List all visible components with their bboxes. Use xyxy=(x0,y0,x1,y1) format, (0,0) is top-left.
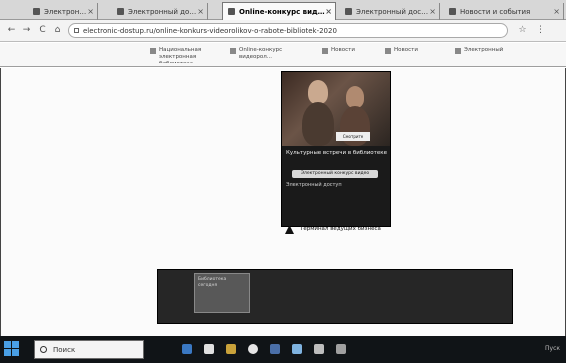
tab-label: Online-конкурс видеорол xyxy=(239,7,325,16)
video-thumbnail-text: Библиотека сегодня xyxy=(198,277,227,288)
bookmark-icon xyxy=(385,48,391,54)
close-icon[interactable]: × xyxy=(197,7,204,16)
poster-footer: Терминал ведущих бизнеса xyxy=(285,222,395,236)
favicon-icon xyxy=(228,8,235,15)
poster-button[interactable]: Электронный конкурс видео xyxy=(292,170,378,178)
close-icon[interactable]: × xyxy=(553,7,560,16)
video-player[interactable]: Библиотека сегодня xyxy=(157,269,513,324)
favicon-icon xyxy=(345,8,352,15)
bookmark-item[interactable]: Новости xyxy=(385,47,435,63)
toolbar: ← → C ⌂ electronic-dostup.ru/online-konk… xyxy=(0,20,566,42)
home-button[interactable]: ⌂ xyxy=(51,24,64,37)
close-icon[interactable]: × xyxy=(429,7,436,16)
person-body xyxy=(302,102,334,146)
close-icon[interactable]: × xyxy=(87,7,94,16)
tab-label: Новости и события xyxy=(460,7,531,16)
tab-2[interactable]: Электронный доступ × xyxy=(112,3,208,20)
task-view-icon[interactable] xyxy=(182,344,192,354)
bookmark-label: Национальная электронная библиотека xyxy=(159,47,202,63)
back-button[interactable]: ← xyxy=(5,24,18,37)
store-icon[interactable] xyxy=(292,344,302,354)
taskbar: Поиск Пуск xyxy=(0,336,566,363)
mail-icon[interactable] xyxy=(270,344,280,354)
bookmark-label: Электронный xyxy=(464,47,504,53)
lock-icon xyxy=(74,28,79,33)
bookmark-item[interactable]: Электронный xyxy=(455,47,525,63)
logo-icon xyxy=(285,225,294,234)
person-figure xyxy=(346,86,364,108)
tab-label: Электронный доступ xyxy=(128,7,198,16)
folder-icon[interactable] xyxy=(226,344,236,354)
favicon-icon xyxy=(33,8,40,15)
bookmark-item[interactable]: Online-конкурс видеорол... xyxy=(230,47,310,63)
tab-4[interactable]: Электронный доступ × xyxy=(340,3,440,20)
app-icon[interactable] xyxy=(314,344,324,354)
taskbar-search[interactable]: Поиск xyxy=(34,340,144,359)
bookmarks-bar: Национальная электронная библиотека Onli… xyxy=(0,43,566,67)
favicon-icon xyxy=(117,8,124,15)
taskbar-search-placeholder: Поиск xyxy=(53,345,76,354)
forward-button[interactable]: → xyxy=(20,24,33,37)
windows-start-icon[interactable] xyxy=(4,341,19,356)
favicon-icon xyxy=(449,8,456,15)
bookmark-label: Online-конкурс видеорол... xyxy=(239,47,283,60)
bookmark-star-icon[interactable]: ☆ xyxy=(516,24,529,37)
file-explorer-icon[interactable] xyxy=(204,344,214,354)
bookmark-icon xyxy=(322,48,328,54)
tab-5[interactable]: Новости и события × xyxy=(444,3,564,20)
bookmark-icon xyxy=(230,48,236,54)
event-poster[interactable]: Смотрите Культурные встречи в библиотеке… xyxy=(281,71,391,227)
reload-button[interactable]: C xyxy=(36,24,49,37)
chrome-icon[interactable] xyxy=(248,344,258,354)
system-tray[interactable]: Пуск xyxy=(545,345,560,352)
address-text: electronic-dostup.ru/online-konkurs-vide… xyxy=(83,26,337,35)
tab-label: Электронн... xyxy=(44,7,88,16)
tab-label: Электронный доступ xyxy=(356,7,430,16)
bookmark-item[interactable]: Национальная электронная библиотека xyxy=(150,47,220,63)
page-viewport: Смотрите Культурные встречи в библиотеке… xyxy=(0,68,566,336)
address-bar[interactable]: electronic-dostup.ru/online-konkurs-vide… xyxy=(68,23,508,38)
menu-button[interactable]: ⋮ xyxy=(534,24,547,37)
bookmark-icon xyxy=(455,48,461,54)
bookmark-icon xyxy=(150,48,156,54)
poster-title: Культурные встречи в библиотеке xyxy=(286,150,387,156)
bookmark-label: Новости xyxy=(394,47,418,53)
tab-1[interactable]: Электронн... × xyxy=(28,3,98,20)
person-figure xyxy=(308,80,328,104)
app-icon[interactable] xyxy=(336,344,346,354)
poster-subtitle: Электронный доступ xyxy=(286,182,342,188)
poster-footer-text: Терминал ведущих бизнеса xyxy=(300,226,381,232)
tab-3[interactable]: Online-конкурс видеорол × xyxy=(222,2,336,20)
bookmark-label: Новости xyxy=(331,47,355,53)
close-icon[interactable]: × xyxy=(325,7,332,16)
bookmark-item[interactable]: Новости xyxy=(322,47,372,63)
poster-promo-badge: Смотрите xyxy=(336,132,370,141)
search-icon xyxy=(40,346,47,353)
tab-strip: Электронн... × Электронный доступ × Onli… xyxy=(0,0,566,20)
